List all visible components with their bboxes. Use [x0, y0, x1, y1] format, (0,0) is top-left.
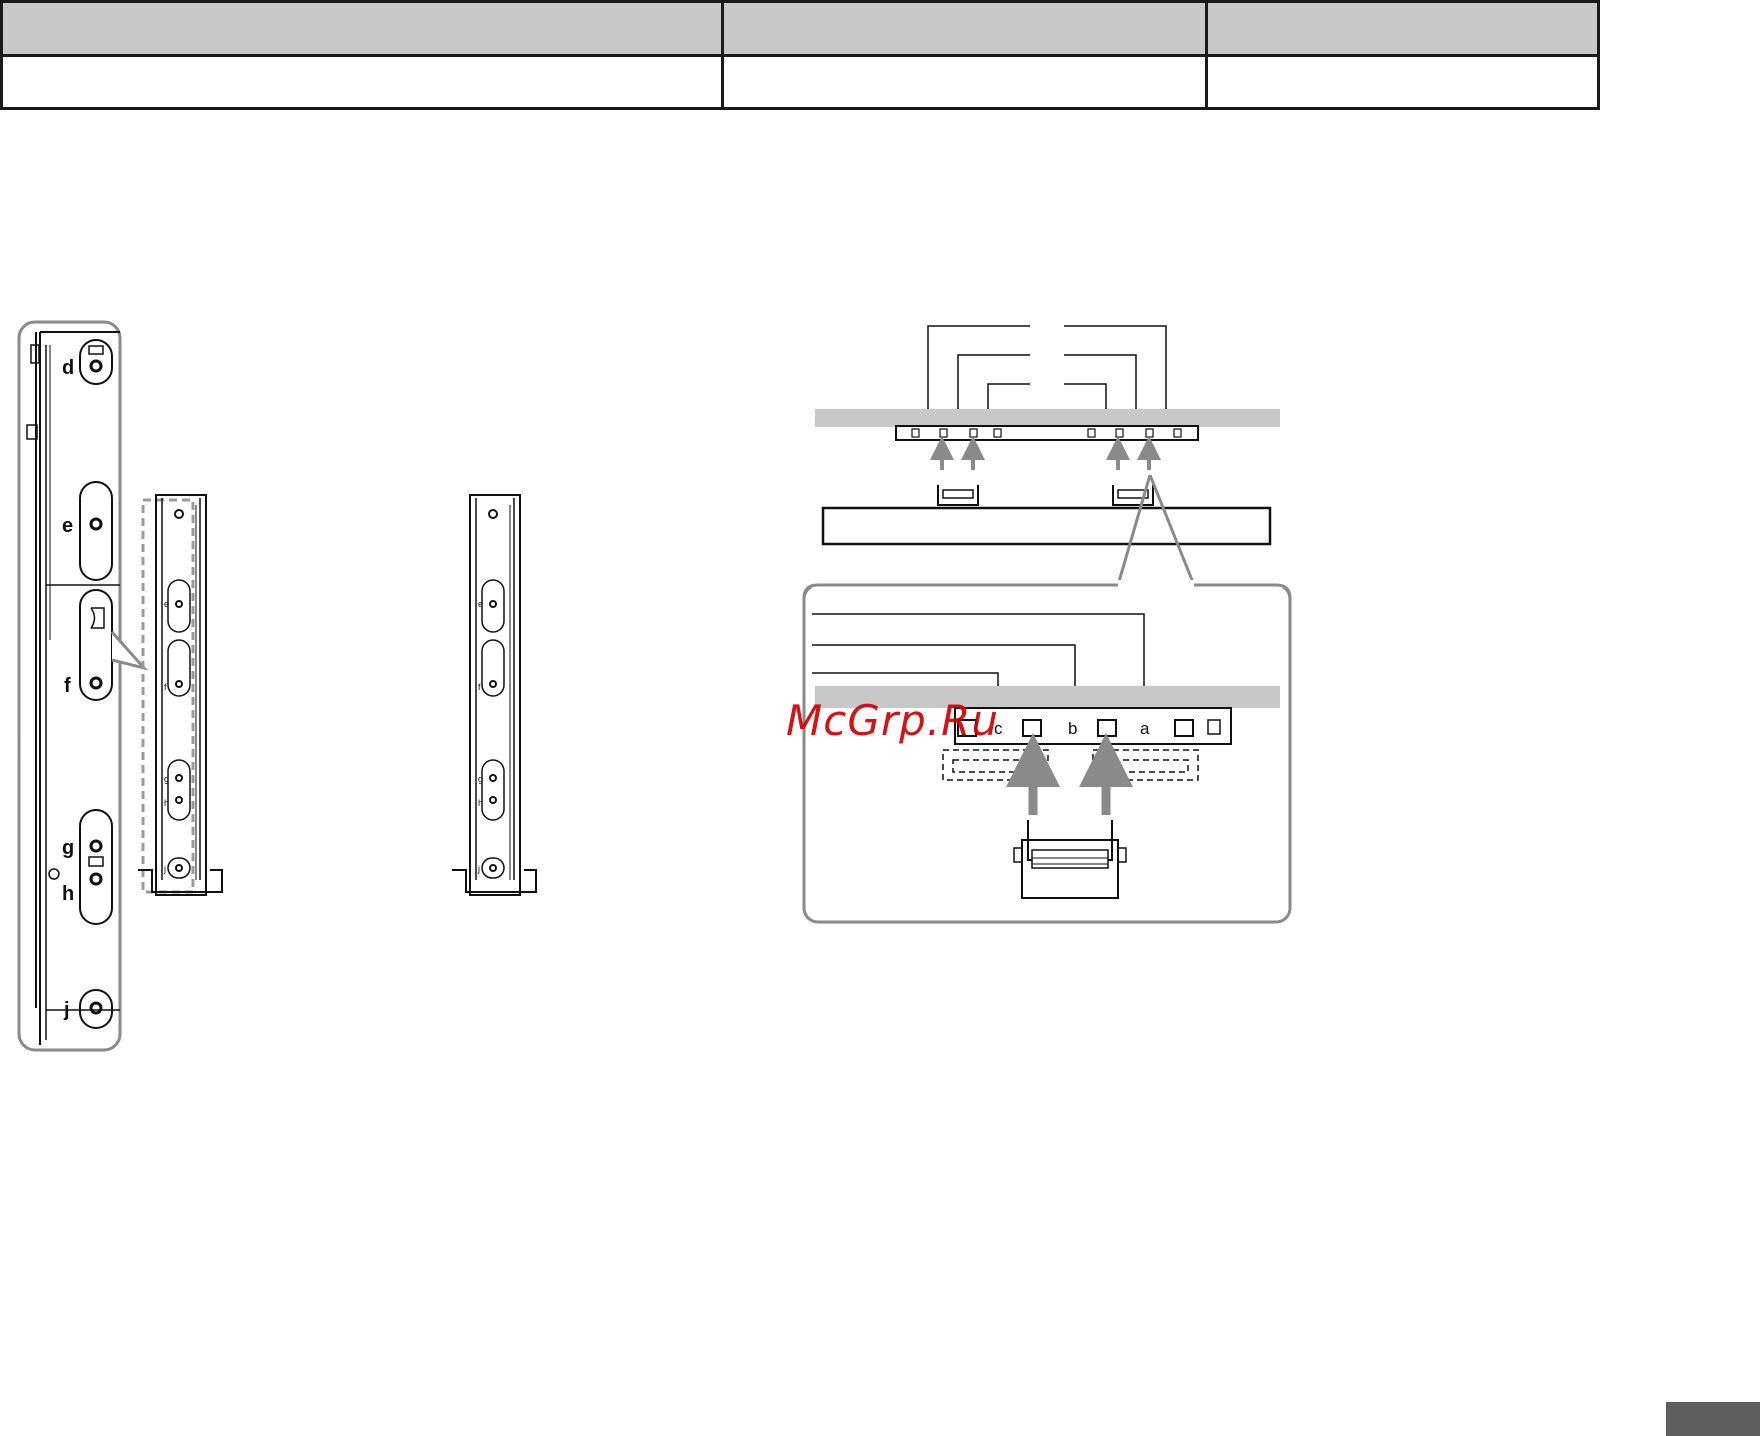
bracket-2: e f g h j	[452, 494, 537, 896]
watermark: McGrp.Ru	[786, 696, 999, 745]
bracket2-label-j: j	[477, 864, 480, 874]
label-e: e	[62, 515, 73, 537]
bracket2-label-f: f	[478, 682, 481, 692]
top-view-assembly	[815, 318, 1280, 546]
slot-label-b: b	[1068, 719, 1077, 738]
label-d: d	[62, 357, 74, 379]
label-j: j	[63, 999, 70, 1021]
bracket1-label-j: j	[163, 864, 166, 874]
label-h: h	[62, 883, 74, 905]
bracket2-label-e: e	[478, 599, 483, 609]
bracket1-label-f: f	[164, 682, 167, 692]
label-f: f	[64, 675, 71, 697]
bracket-1: e f g h j	[138, 494, 223, 896]
page-tab	[1666, 1402, 1760, 1436]
slot-label-a: a	[1140, 719, 1150, 738]
bracket2-label-g: g	[478, 774, 483, 784]
bracket2-label-h: h	[478, 798, 483, 808]
left-detail-callout: d e f g h j	[17, 320, 149, 1052]
bracket1-label-g: g	[164, 774, 169, 784]
bracket1-label-h: h	[164, 798, 169, 808]
bracket1-label-e: e	[164, 599, 169, 609]
label-g: g	[62, 837, 74, 859]
